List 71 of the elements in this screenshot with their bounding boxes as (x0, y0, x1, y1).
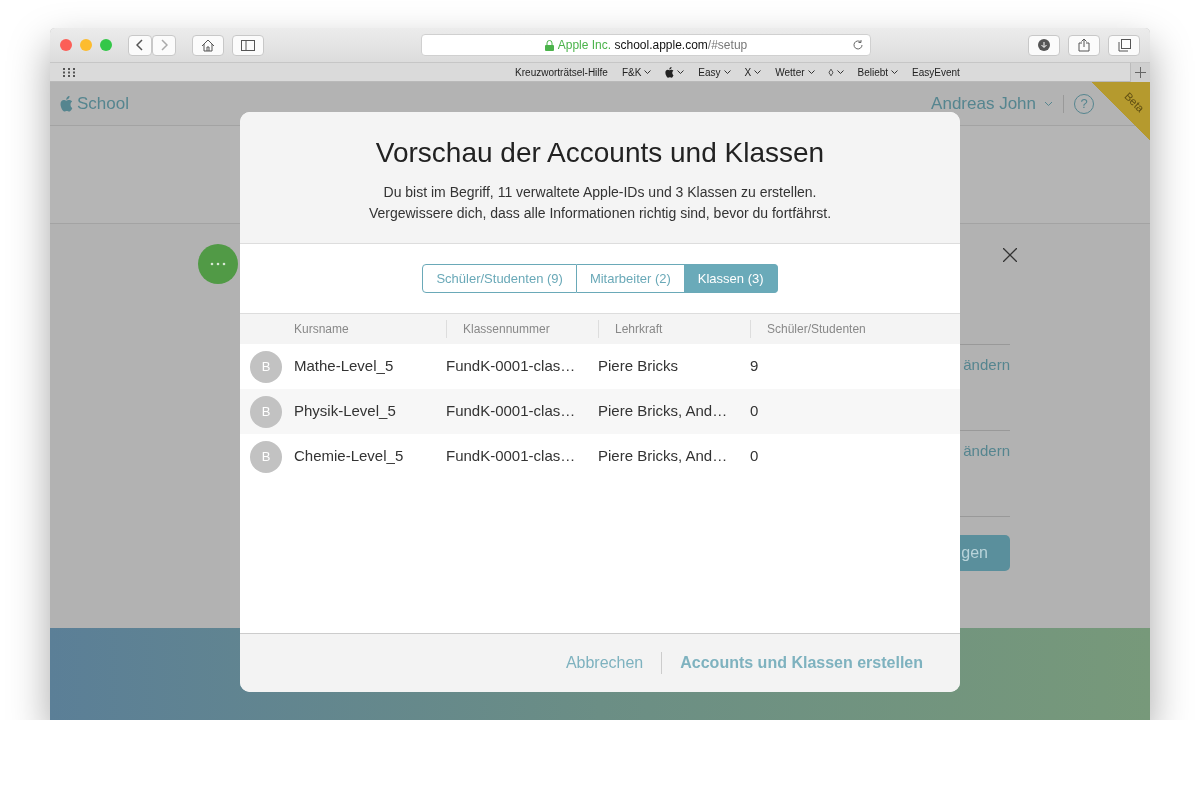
table-cell: Chemie-Level_5 (294, 447, 404, 465)
user-menu[interactable]: Andreas John (931, 90, 1036, 117)
chevron-down-icon (677, 69, 685, 75)
chevron-down-icon (836, 69, 844, 75)
apple-logo-icon (665, 66, 675, 78)
bookmark-link[interactable]: F&K (614, 64, 659, 80)
chevron-down-icon (1044, 100, 1053, 107)
grid-icon[interactable] (63, 67, 75, 77)
dialog-title: Vorschau der Accounts und Klassen (374, 136, 826, 170)
cancel-button[interactable]: Abbrechen (547, 651, 662, 675)
table-cell: Piere Bricks (598, 357, 679, 375)
table-cell: Physik-Level_5 (294, 402, 396, 420)
bookmark-link[interactable]: X (737, 64, 769, 80)
table-cell: Piere Bricks, And… (598, 402, 728, 420)
back-button[interactable] (128, 34, 152, 56)
table-cell: FundK-0001-clas… (446, 357, 576, 375)
bookmark-link[interactable]: EasyEvent (905, 64, 967, 80)
chevron-down-icon (807, 69, 815, 75)
home-icon (201, 38, 215, 52)
avatar: B (250, 395, 282, 428)
table-cell: Piere Bricks, And… (598, 447, 728, 465)
segment-tab[interactable]: Mitarbeiter (2) (576, 264, 685, 293)
back-icon (136, 39, 144, 51)
column-header: Kursname (294, 322, 349, 336)
sidebar-button[interactable] (232, 34, 264, 56)
new-tab-button[interactable] (1130, 62, 1150, 82)
table-cell: 9 (750, 357, 759, 375)
new-tab-icon (1135, 66, 1146, 78)
table-cell: 0 (750, 402, 759, 420)
chevron-down-icon (891, 69, 899, 75)
segment-tab[interactable]: Schüler/Studenten (9) (422, 264, 577, 293)
download-button[interactable] (1028, 34, 1060, 56)
column-header: Klassennummer (463, 322, 550, 336)
table-cell: FundK-0001-clas… (446, 402, 576, 420)
create-button[interactable]: Accounts und Klassen erstellen (662, 651, 941, 675)
app-name: School (77, 92, 129, 115)
lock-icon (544, 39, 554, 51)
column-header: Lehrkraft (615, 322, 663, 336)
download-icon (1038, 39, 1050, 51)
close-icon[interactable] (1003, 248, 1017, 262)
bookmark-link[interactable]: ◊ (821, 64, 851, 80)
change-link[interactable]: ändern (963, 356, 1010, 373)
chevron-down-icon (644, 69, 652, 75)
bookmark-link[interactable]: Easy (691, 64, 738, 80)
ellipsis-icon (210, 262, 226, 266)
sidebar-icon (241, 39, 255, 51)
avatar: B (250, 440, 282, 473)
tabs-button[interactable] (1108, 34, 1140, 56)
home-button[interactable] (192, 34, 224, 56)
avatar: B (250, 350, 282, 383)
close-window-button[interactable] (60, 39, 72, 51)
description-text: Du bist im Begriff, 11 verwaltete Apple-IDs und 3 Klassen zu erstellen. (382, 182, 818, 202)
description-text: Vergewissere dich, dass alle Informationen richtig sind, bevor du fortfährst. (367, 203, 833, 223)
bookmark-link[interactable]: Wetter (768, 64, 822, 80)
segment-tab[interactable]: Klassen (3) (684, 264, 778, 293)
change-link[interactable]: ändern (963, 442, 1010, 459)
share-icon (1078, 38, 1090, 52)
tabs-icon (1117, 38, 1131, 52)
chevron-down-icon (754, 69, 762, 75)
bookmark-link[interactable]: Kreuzworträtsel-Hilfe (508, 64, 615, 80)
chevron-down-icon (723, 69, 731, 75)
table-cell: 0 (750, 447, 759, 465)
column-header: Schüler/Studenten (767, 322, 866, 336)
forward-icon (160, 39, 168, 51)
apple-logo-icon (60, 95, 73, 112)
reload-icon[interactable] (852, 39, 864, 51)
table-cell: Mathe-Level_5 (294, 357, 394, 375)
share-button[interactable] (1068, 34, 1100, 56)
table-cell: FundK-0001-clas… (446, 447, 576, 465)
bookmark-link[interactable]: Beliebt (850, 64, 906, 80)
address-field[interactable]: Apple Inc. school.apple.com/#setup (421, 34, 871, 56)
